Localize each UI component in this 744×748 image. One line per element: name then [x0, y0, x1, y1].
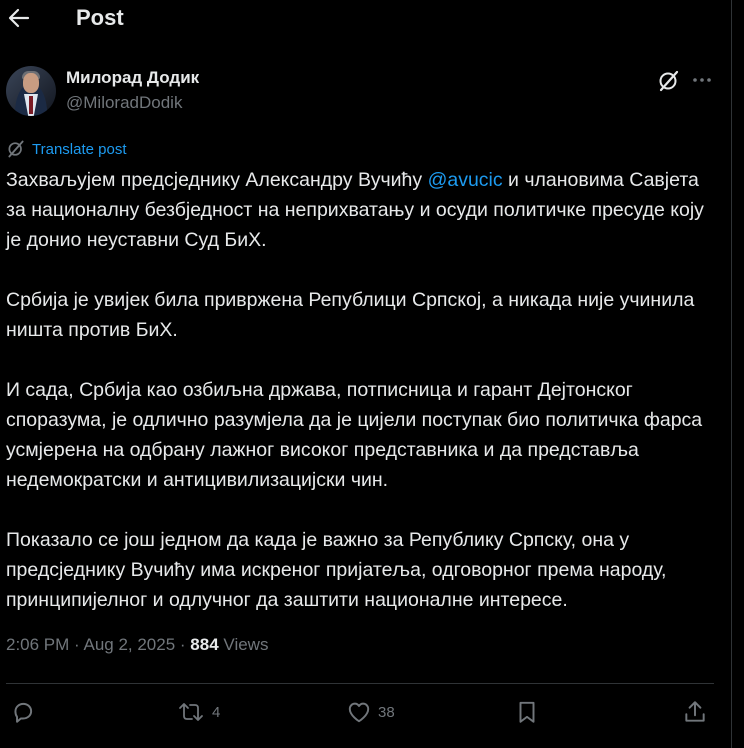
post-paragraph-1: Захваљујем предсједнику Александру Вучић…: [6, 165, 718, 255]
divider: [6, 683, 714, 684]
share-button[interactable]: [682, 698, 708, 726]
timeline-border: [731, 0, 732, 748]
back-button[interactable]: [6, 4, 32, 32]
like-button[interactable]: 38: [346, 698, 395, 726]
author-name[interactable]: Милорад Додик: [66, 68, 199, 88]
like-count: 38: [378, 703, 395, 721]
post-meta: 2:06 PM · Aug 2, 2025 · 884 Views: [6, 635, 268, 655]
reply-icon: [14, 702, 33, 723]
share-icon: [685, 701, 705, 722]
avatar-face: [23, 73, 39, 93]
arrow-left-icon: [8, 8, 30, 28]
views-label: Views: [223, 635, 269, 654]
more-options-button[interactable]: [690, 68, 714, 92]
mention-link[interactable]: @avucic: [428, 169, 503, 191]
bookmark-button[interactable]: [514, 698, 540, 726]
post-text-segment: Захваљујем предсједнику Александру Вучић…: [6, 169, 428, 191]
ellipsis-icon: [693, 78, 711, 82]
views-count: 884: [190, 635, 219, 654]
post-paragraph-2: Србија је увијек била привржена Републиц…: [6, 289, 695, 341]
heart-icon: [348, 702, 370, 723]
translate-post-label: Translate post: [32, 140, 127, 158]
translate-post-link[interactable]: Translate post: [6, 138, 127, 160]
avatar[interactable]: [6, 66, 56, 116]
post-paragraph-3: И сада, Србија као озбиљна држава, потпи…: [6, 379, 703, 491]
page-title: Post: [76, 5, 124, 30]
repost-count: 4: [212, 703, 221, 721]
repost-icon: [179, 703, 203, 721]
reply-button[interactable]: [10, 698, 42, 726]
author-handle[interactable]: @MiloradDodik: [66, 93, 182, 113]
post-time[interactable]: 2:06 PM: [6, 635, 69, 654]
meta-separator: ·: [69, 635, 84, 654]
grok-icon: [659, 70, 679, 92]
post-header: Post: [0, 0, 730, 40]
post-text: Захваљујем предсједнику Александру Вучић…: [6, 165, 718, 645]
repost-button[interactable]: 4: [176, 698, 220, 726]
avatar-tie: [29, 96, 33, 114]
meta-separator: ·: [175, 635, 191, 654]
grok-icon: [8, 140, 24, 158]
post-paragraph-4: Показало се још једном да када је важно …: [6, 529, 667, 611]
grok-button[interactable]: [657, 69, 681, 93]
post-date[interactable]: Aug 2, 2025: [83, 635, 175, 654]
bookmark-icon: [519, 701, 535, 723]
